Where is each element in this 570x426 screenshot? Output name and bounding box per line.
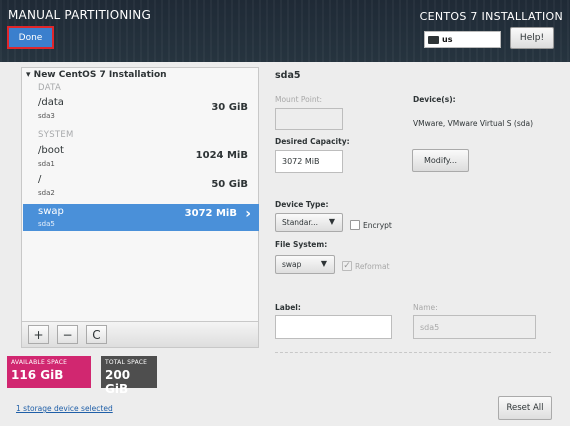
partition-mount: /boot	[38, 145, 64, 156]
partition-list-panel: ▾ New CentOS 7 Installation DATA /data s…	[21, 67, 259, 348]
installation-name: New CentOS 7 Installation	[33, 70, 167, 80]
dropdown-arrow-icon: ▼	[328, 217, 335, 226]
devices-value: VMware, VMware Virtual S (sda)	[413, 119, 534, 128]
name-input[interactable]: sda5	[413, 315, 536, 339]
partition-device: sda3	[38, 112, 55, 120]
desired-capacity-field[interactable]: 3072 MiB	[275, 150, 343, 173]
name-field-label: Name:	[413, 303, 438, 312]
help-button[interactable]: Help!	[510, 27, 554, 49]
encrypt-checkbox[interactable]	[350, 220, 360, 230]
mount-point-label: Mount Point:	[275, 95, 323, 104]
total-space-box: TOTAL SPACE 200 GiB	[101, 356, 157, 396]
partition-mount: /	[38, 174, 42, 185]
install-title: CENTOS 7 INSTALLATION	[419, 10, 563, 23]
file-system-value: swap	[282, 260, 302, 269]
reformat-checkbox[interactable]: ✓	[342, 261, 352, 271]
installation-tree-root[interactable]: ▾ New CentOS 7 Installation	[26, 70, 167, 80]
partition-size: 30 GiB	[211, 102, 248, 113]
available-space-box: AVAILABLE SPACE 116 GiB	[7, 356, 91, 388]
reset-all-button[interactable]: Reset All	[498, 396, 552, 420]
devices-label: Device(s):	[413, 95, 456, 104]
label-input[interactable]	[275, 315, 392, 339]
done-button[interactable]: Done	[7, 26, 54, 49]
file-system-dropdown[interactable]: swap ▼	[275, 255, 335, 274]
device-type-value: Standar...	[282, 218, 318, 227]
storage-devices-link[interactable]: 1 storage device selected	[16, 404, 113, 413]
partition-size: 50 GiB	[211, 179, 248, 190]
chevron-right-icon: ›	[245, 206, 251, 222]
partition-mount: /data	[38, 97, 64, 108]
expander-triangle-icon[interactable]: ▾	[26, 70, 31, 80]
partition-title: sda5	[275, 70, 301, 81]
header-bar: MANUAL PARTITIONING Done CENTOS 7 INSTAL…	[0, 0, 570, 62]
device-type-label: Device Type:	[275, 200, 329, 209]
refresh-button[interactable]: C	[86, 325, 107, 344]
details-divider	[275, 352, 551, 353]
total-space-label: TOTAL SPACE	[105, 359, 148, 366]
partition-device: sda5	[38, 220, 55, 228]
partition-size: 3072 MiB	[184, 208, 237, 219]
dropdown-arrow-icon: ▼	[320, 259, 327, 268]
label-field-label: Label:	[275, 303, 301, 312]
category-system-label: SYSTEM	[38, 130, 74, 140]
file-system-label: File System:	[275, 240, 328, 249]
keyboard-icon	[428, 35, 439, 44]
reformat-label: Reformat	[355, 262, 390, 271]
partition-size: 1024 MiB	[195, 150, 248, 161]
modify-button[interactable]: Modify...	[412, 149, 469, 172]
partition-device: sda2	[38, 189, 55, 197]
device-type-dropdown[interactable]: Standar... ▼	[275, 213, 343, 232]
partition-mount: swap	[38, 206, 64, 217]
available-space-value: 116 GiB	[11, 368, 64, 382]
partition-device: sda1	[38, 160, 55, 168]
category-data-label: DATA	[38, 83, 62, 93]
partition-row-swap-selected[interactable]: swap sda5 3072 MiB ›	[23, 204, 259, 231]
refresh-icon: C	[92, 327, 101, 342]
mount-point-field[interactable]	[275, 108, 343, 130]
add-partition-button[interactable]: +	[28, 325, 49, 344]
remove-partition-button[interactable]: −	[57, 325, 78, 344]
total-space-value: 200 GiB	[105, 368, 131, 396]
keyboard-layout-label: us	[442, 35, 453, 44]
partition-toolbar: + − C	[22, 321, 258, 347]
available-space-label: AVAILABLE SPACE	[11, 359, 68, 366]
page-title: MANUAL PARTITIONING	[8, 8, 151, 22]
keyboard-layout-indicator[interactable]: us	[424, 31, 501, 48]
desired-capacity-label: Desired Capacity:	[275, 137, 350, 146]
encrypt-label: Encrypt	[363, 221, 392, 230]
